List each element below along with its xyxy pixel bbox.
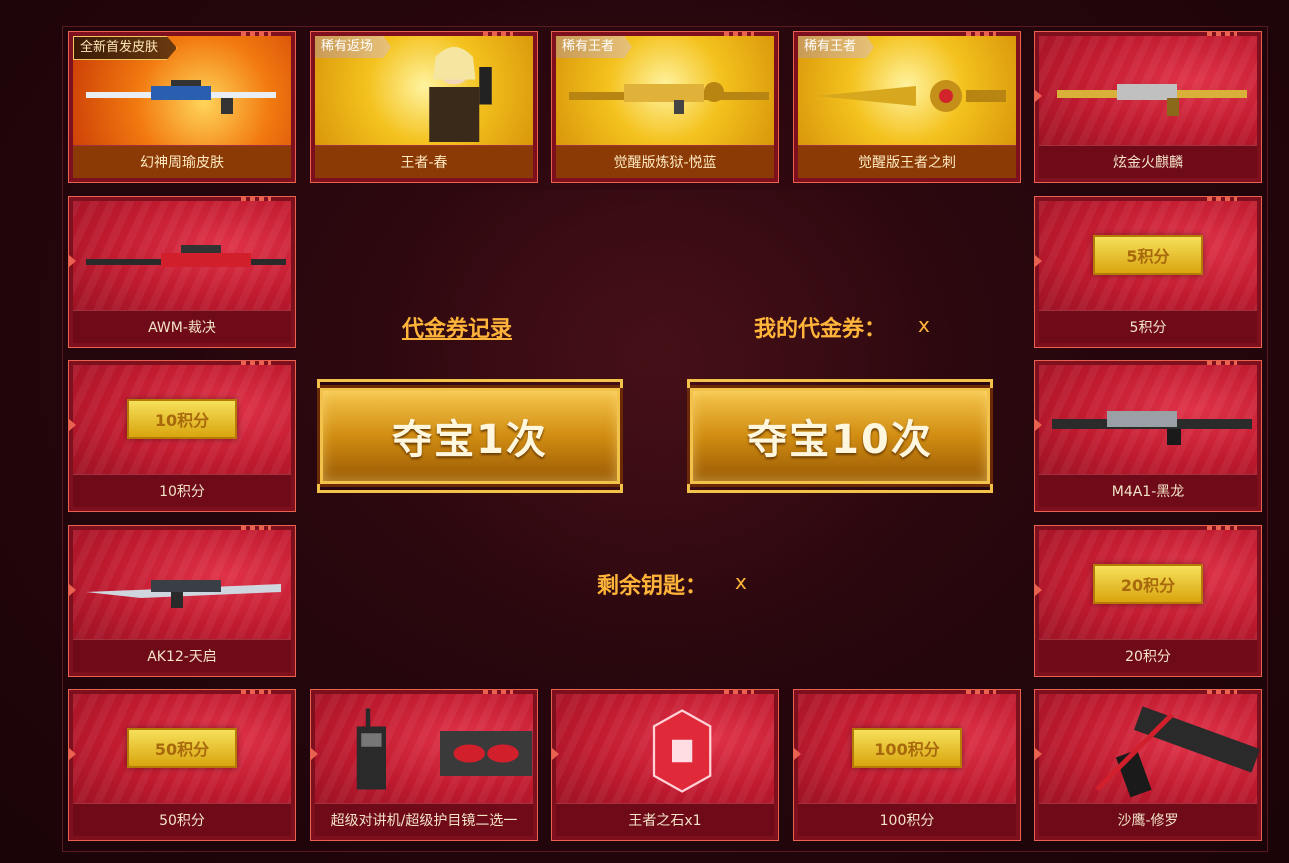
prize-card-50-points[interactable]: 50积分 50积分: [68, 689, 296, 841]
prize-name: 炫金火麒麟: [1039, 145, 1257, 178]
red-sniper-rifle-icon: [73, 201, 291, 313]
prize-card-desert-eagle-xiuluo[interactable]: 沙鹰-修罗: [1034, 689, 1262, 841]
prize-name: 50积分: [73, 803, 291, 836]
points-chip: 100积分: [852, 728, 962, 768]
prize-name: 20积分: [1039, 639, 1257, 672]
card-arrow: [69, 584, 76, 596]
card-arrow: [69, 419, 76, 431]
card-tick: [966, 690, 996, 694]
prize-card-radio-goggles[interactable]: 超级对讲机/超级护目镜二选一: [310, 689, 538, 841]
prize-card-m4a1-heilong[interactable]: M4A1-黑龙: [1034, 360, 1262, 512]
card-tick: [1207, 361, 1237, 365]
red-gem-icon: [556, 694, 774, 806]
prize-card-5-points[interactable]: 5积分 5积分: [1034, 196, 1262, 348]
remaining-keys-label: 剩余钥匙：: [597, 574, 708, 599]
card-tick: [1207, 526, 1237, 530]
my-voucher-value: x: [918, 313, 930, 337]
card-tick: [483, 32, 513, 36]
gold-ak-rifle-icon: [1039, 36, 1257, 148]
prize-card-20-points[interactable]: 20积分 20积分: [1034, 525, 1262, 677]
card-tick: [966, 32, 996, 36]
prize-name: 觉醒版炼狱-悦蓝: [556, 145, 774, 178]
prize-name: 觉醒版王者之刺: [798, 145, 1016, 178]
badge-new-skin: 全新首发皮肤: [73, 36, 178, 60]
voucher-record-link[interactable]: 代金券记录: [402, 311, 512, 343]
prize-name: 5积分: [1039, 310, 1257, 343]
desert-eagle-pistol-icon: [1039, 694, 1261, 806]
prize-card-fire-qilin[interactable]: 炫金火麒麟: [1034, 31, 1262, 183]
prize-name: 幻神周瑜皮肤: [73, 145, 291, 178]
card-arrow: [311, 748, 318, 760]
prize-name: 超级对讲机/超级护目镜二选一: [315, 803, 533, 836]
card-tick: [241, 690, 271, 694]
prize-card-wangzhe-zhici[interactable]: 稀有王者 觉醒版王者之刺: [793, 31, 1021, 183]
points-chip: 50积分: [127, 728, 237, 768]
prize-name: M4A1-黑龙: [1039, 474, 1257, 507]
prize-card-awm-caijue[interactable]: AWM-裁决: [68, 196, 296, 348]
prize-name: AK12-天启: [73, 639, 291, 672]
prize-name: 王者-春: [315, 145, 533, 178]
prize-card-lianyu-yuelan[interactable]: 稀有王者 觉醒版炼狱-悦蓝: [551, 31, 779, 183]
silver-rifle-icon: [73, 530, 291, 642]
card-tick: [724, 32, 754, 36]
black-dragon-rifle-icon: [1039, 365, 1257, 477]
card-arrow: [1035, 584, 1042, 596]
points-chip: 5积分: [1093, 235, 1203, 275]
prize-card-10-points[interactable]: 10积分 10积分: [68, 360, 296, 512]
card-tick: [1207, 197, 1237, 201]
badge-rare-king: 稀有王者: [556, 36, 633, 58]
points-chip: 10积分: [127, 399, 237, 439]
prize-name: AWM-裁决: [73, 310, 291, 343]
card-arrow: [552, 748, 559, 760]
card-arrow: [69, 255, 76, 267]
card-tick: [724, 690, 754, 694]
prize-card-zhouyu-skin[interactable]: 全新首发皮肤 幻神周瑜皮肤: [68, 31, 296, 183]
draw-ten-button[interactable]: 夺宝10次: [687, 379, 993, 493]
card-tick: [241, 361, 271, 365]
card-tick: [241, 526, 271, 530]
card-tick: [483, 690, 513, 694]
prize-card-king-stone[interactable]: 王者之石x1: [551, 689, 779, 841]
card-arrow: [1035, 255, 1042, 267]
card-tick: [1207, 690, 1237, 694]
points-chip: 20积分: [1093, 564, 1203, 604]
card-arrow: [1035, 419, 1042, 431]
prize-card-ak12-tianqi[interactable]: AK12-天启: [68, 525, 296, 677]
card-arrow: [69, 748, 76, 760]
prize-name: 100积分: [798, 803, 1016, 836]
prize-name: 王者之石x1: [556, 803, 774, 836]
my-voucher-label: 我的代金券：: [754, 317, 887, 342]
card-arrow: [794, 748, 801, 760]
card-tick: [241, 32, 271, 36]
prize-name: 沙鹰-修罗: [1039, 803, 1257, 836]
walkie-talkie-goggles-icon: [315, 694, 533, 806]
card-tick: [1207, 32, 1237, 36]
card-tick: [241, 197, 271, 201]
badge-rare-king: 稀有王者: [798, 36, 875, 58]
draw-once-button[interactable]: 夺宝1次: [317, 379, 623, 493]
prize-card-100-points[interactable]: 100积分 100积分: [793, 689, 1021, 841]
badge-rare-return: 稀有返场: [315, 36, 392, 58]
remaining-keys-value: x: [735, 570, 747, 594]
card-arrow: [1035, 748, 1042, 760]
prize-card-wangzhe-chun[interactable]: 稀有返场 王者-春: [310, 31, 538, 183]
card-arrow: [1035, 90, 1042, 102]
prize-name: 10积分: [73, 474, 291, 507]
